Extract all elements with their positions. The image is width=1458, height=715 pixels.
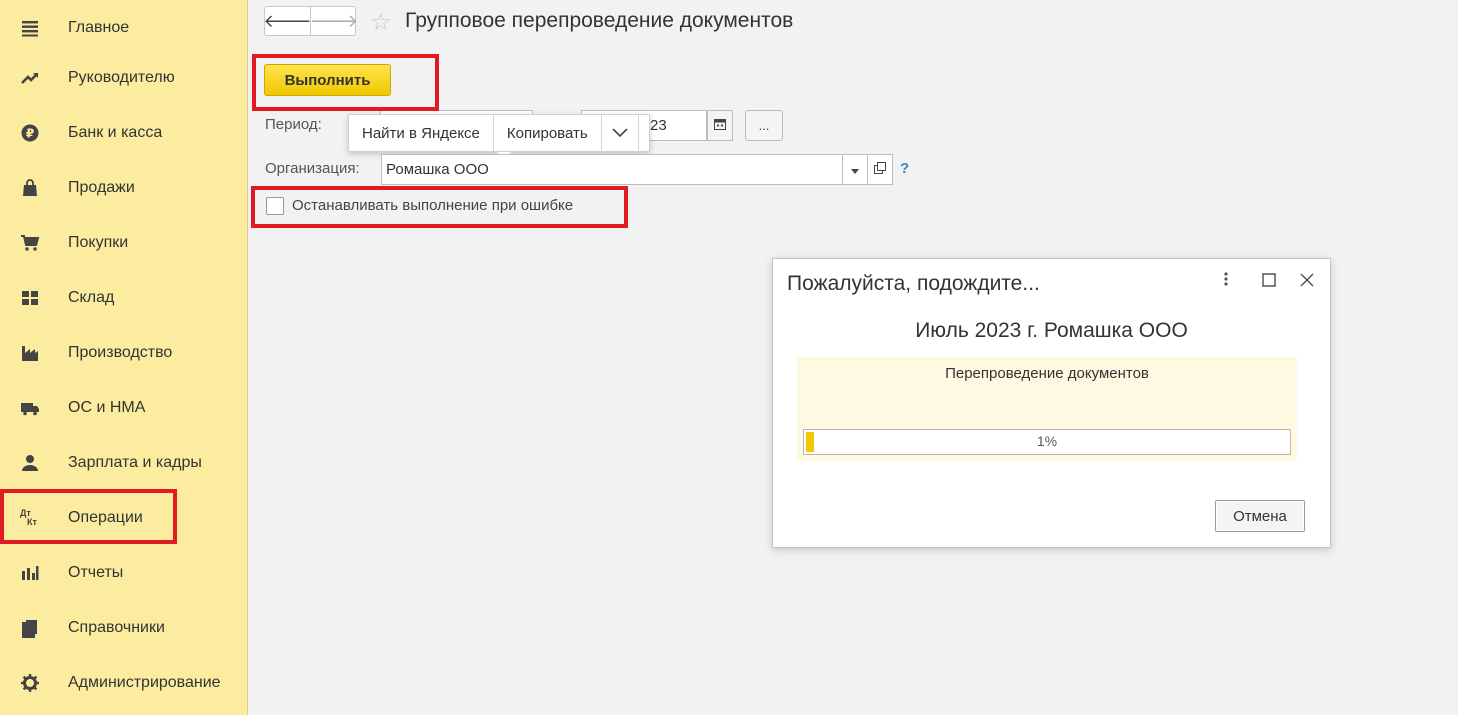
sidebar-item-label: Продажи — [68, 178, 135, 196]
warehouse-icon — [20, 288, 40, 308]
operation-label: Перепроведение документов — [945, 365, 1149, 382]
run-button[interactable]: Выполнить — [264, 64, 391, 96]
sidebar-item-main[interactable]: Главное — [0, 0, 248, 55]
progress-text: 1% — [1036, 433, 1058, 449]
sidebar: Главное Руководителю ₽ Банк и касса Прод… — [0, 0, 248, 715]
back-button[interactable]: 🡐 — [263, 7, 312, 35]
sidebar-item-label: ОС и НМА — [68, 398, 146, 416]
period-label: Период: — [265, 116, 322, 133]
sidebar-item-label: Главное — [68, 18, 130, 36]
organization-label: Организация: — [265, 160, 360, 177]
person-icon — [20, 453, 40, 473]
sidebar-item-label: Операции — [68, 508, 143, 526]
more-menu-button[interactable] — [602, 114, 639, 152]
dialog-title: Пожалуйста, подождите... — [787, 272, 1040, 295]
stop-on-error-label[interactable]: Останавливать выполнение при ошибке — [292, 197, 573, 214]
sidebar-item-manager[interactable]: Руководителю — [0, 50, 248, 105]
sidebar-item-label: Склад — [68, 288, 115, 306]
sidebar-item-production[interactable]: Производство — [0, 325, 248, 380]
sidebar-item-assets[interactable]: ОС и НМА — [0, 380, 248, 435]
organization-dropdown-button[interactable] — [842, 154, 868, 185]
svg-text:₽: ₽ — [26, 126, 34, 140]
copy-menu-item[interactable]: Копировать — [494, 114, 602, 152]
sidebar-item-references[interactable]: Справочники — [0, 600, 248, 655]
context-popup: Найти в Яндексе Копировать — [348, 114, 650, 159]
dialog-subtitle: Июль 2023 г. Ромашка ООО — [915, 319, 1188, 342]
favorite-star-icon[interactable]: ☆ — [370, 8, 392, 37]
menu-item-label: Копировать — [506, 124, 588, 142]
sidebar-item-salary[interactable]: Зарплата и кадры — [0, 435, 248, 490]
dt-kt-icon: Дт Кт — [20, 507, 37, 527]
sidebar-item-reports[interactable]: Отчеты — [0, 545, 248, 600]
progress-dialog: Пожалуйста, подождите... Июль 2023 г. Ро… — [772, 258, 1331, 548]
sidebar-item-label: Отчеты — [68, 563, 124, 581]
truck-icon — [20, 398, 40, 418]
sidebar-item-operations[interactable]: Дт Кт Операции — [0, 490, 248, 545]
arrow-right-icon: 🡒 — [309, 10, 359, 31]
calendar-icon — [714, 118, 726, 133]
sidebar-item-admin[interactable]: Администрирование — [0, 655, 248, 710]
search-yandex-menu-item[interactable]: Найти в Яндексе — [349, 114, 494, 152]
menu-item-label: Найти в Яндексе — [362, 124, 480, 142]
organization-open-button[interactable] — [867, 154, 893, 185]
chevron-down-icon — [612, 125, 628, 142]
sidebar-item-label: Зарплата и кадры — [68, 453, 202, 471]
sidebar-item-bank[interactable]: ₽ Банк и касса — [0, 105, 248, 160]
stop-on-error-checkbox[interactable] — [266, 197, 284, 215]
sidebar-item-label: Банк и касса — [68, 123, 163, 141]
open-window-icon — [874, 162, 886, 177]
sidebar-item-purchases[interactable]: Покупки — [0, 215, 248, 270]
forward-button[interactable]: 🡒 — [309, 7, 359, 35]
progress-bar: 1% — [803, 429, 1291, 455]
sidebar-item-warehouse[interactable]: Склад — [0, 270, 248, 325]
sidebar-item-label: Справочники — [68, 618, 165, 636]
maximize-icon[interactable] — [1262, 271, 1276, 292]
navigation-buttons: 🡐 🡒 — [263, 6, 359, 36]
ruble-icon: ₽ — [20, 123, 40, 143]
gear-icon — [20, 673, 40, 693]
sidebar-item-label: Руководителю — [68, 68, 175, 86]
factory-icon — [20, 343, 40, 363]
dropdown-arrow-icon — [851, 162, 859, 177]
sidebar-item-sales[interactable]: Продажи — [0, 160, 248, 215]
trend-icon — [20, 68, 40, 88]
bar-chart-icon — [20, 563, 40, 583]
page-title: Групповое перепроведение документов — [405, 9, 794, 32]
calendar-button[interactable] — [707, 110, 733, 141]
period-select-label: ... — [758, 118, 770, 133]
cancel-button[interactable]: Отмена — [1215, 500, 1305, 532]
period-end-value: 23 — [650, 117, 667, 134]
cart-icon — [20, 233, 40, 253]
menu-icon — [20, 18, 40, 38]
sidebar-item-label: Производство — [68, 343, 173, 361]
close-icon[interactable] — [1300, 271, 1314, 292]
books-icon — [20, 618, 40, 638]
sidebar-item-label: Администрирование — [68, 673, 221, 691]
period-select-button[interactable]: ... — [745, 110, 783, 141]
bag-icon — [20, 178, 40, 198]
organization-field[interactable]: Ромашка ООО — [381, 154, 843, 185]
sidebar-item-label: Покупки — [68, 233, 129, 251]
arrow-left-icon: 🡐 — [263, 10, 312, 31]
progress-panel: Перепроведение документов 1% — [797, 357, 1297, 461]
organization-value: Ромашка ООО — [386, 161, 489, 178]
help-icon[interactable]: ? — [900, 160, 909, 177]
more-vertical-icon[interactable] — [1223, 271, 1229, 292]
